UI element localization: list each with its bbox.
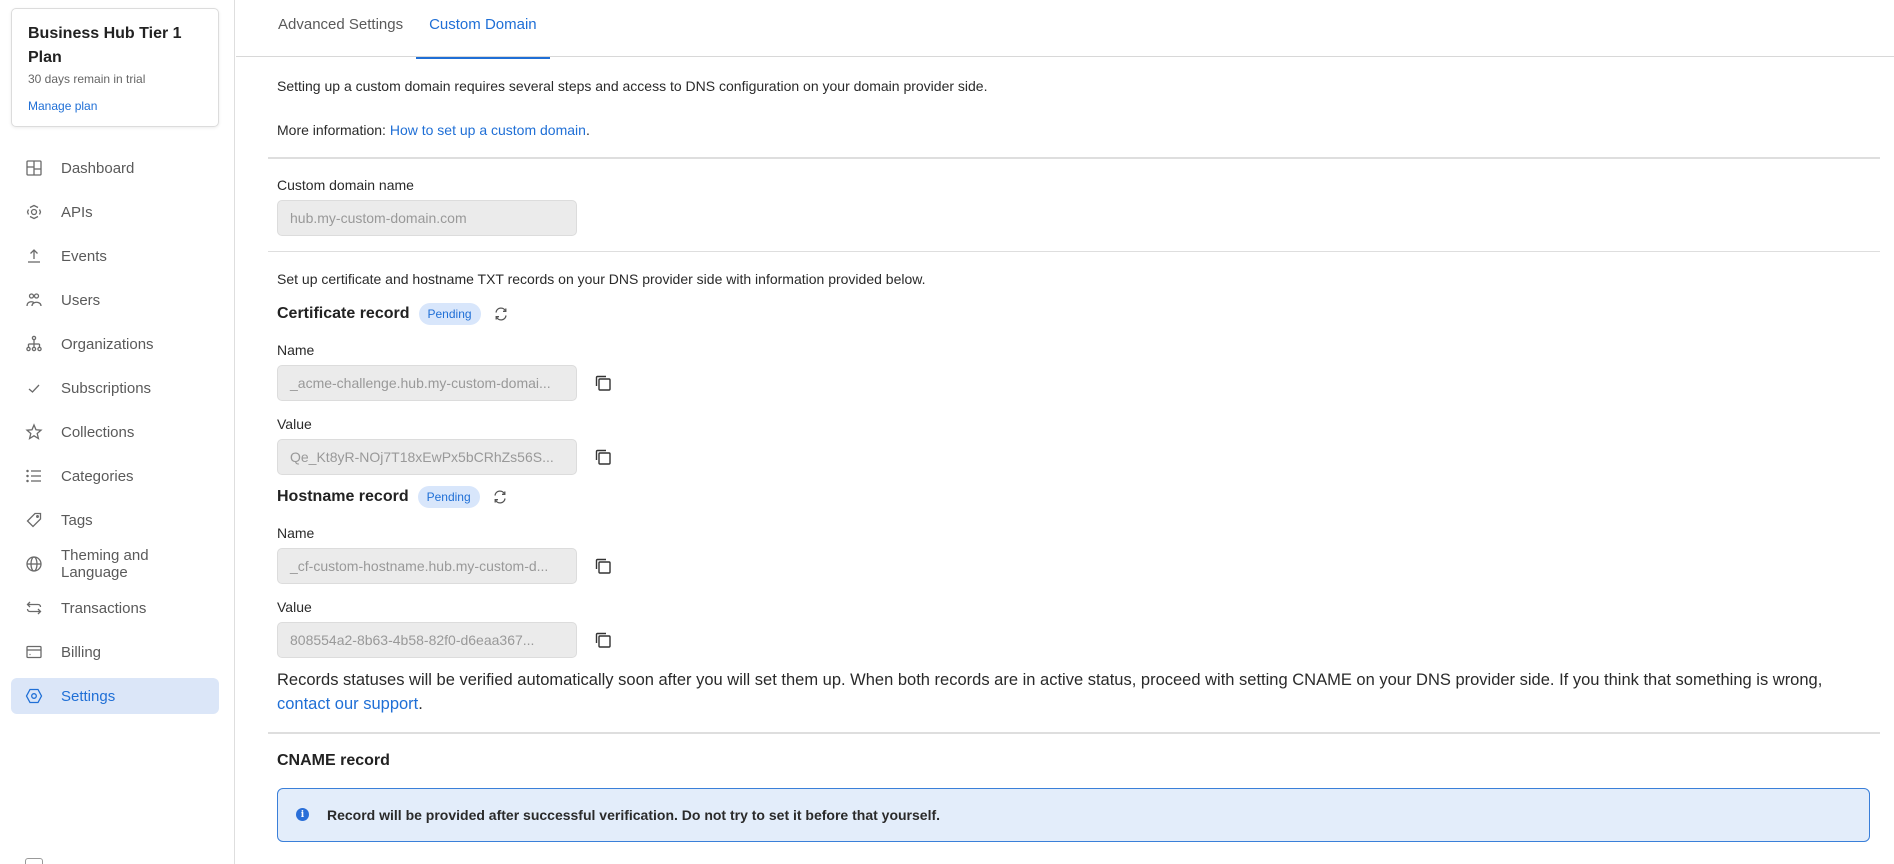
cname-record-title: CNAME record — [277, 751, 390, 769]
sidebar-item-label: Billing — [61, 643, 102, 661]
sidebar-item-billing[interactable]: Billing — [11, 634, 219, 670]
sidebar-item-label: Events — [61, 247, 107, 265]
sidebar-item-label: Theming and Language — [61, 547, 149, 581]
sidebar-item-settings[interactable]: Settings — [11, 678, 219, 714]
hostname-value-label: Value — [277, 599, 312, 615]
sidebar-item-theming-and-language[interactable]: Theming and Language — [11, 546, 219, 582]
hostname-record-title: Hostname record — [277, 488, 409, 505]
hostname-name-label: Name — [277, 525, 315, 541]
copy-icon[interactable] — [593, 447, 613, 467]
cname-info-text: Record will be provided after successful… — [327, 806, 941, 823]
refresh-icon[interactable] — [493, 306, 509, 322]
users-icon — [25, 291, 43, 309]
verification-note: Records statuses will be verified automa… — [277, 668, 1880, 732]
sidebar-item-events[interactable]: Events — [11, 238, 219, 274]
apis-icon — [25, 203, 43, 221]
more-info-prefix: More information: — [277, 122, 390, 138]
sidebar-bottom-icon[interactable] — [25, 858, 43, 864]
sidebar-item-users[interactable]: Users — [11, 282, 219, 318]
sidebar-item-categories[interactable]: Categories — [11, 458, 219, 494]
info-icon: i — [296, 808, 309, 821]
cname-info-alert: i Record will be provided after successf… — [277, 787, 1870, 842]
sidebar-item-label: Subscriptions — [61, 379, 152, 397]
star-icon — [25, 423, 43, 441]
refresh-icon[interactable] — [492, 489, 508, 505]
sidebar-item-label: Transactions — [61, 599, 147, 617]
sidebar-item-label: APIs — [61, 203, 93, 221]
certificate-status-badge: Pending — [418, 303, 481, 325]
intro-text: Setting up a custom domain requires seve… — [277, 78, 988, 94]
sidebar-item-label: Collections — [61, 423, 135, 441]
tab-bar: Advanced Settings Custom Domain — [236, 0, 1894, 59]
hostname-value-field[interactable]: 808554a2-8b63-4b58-82f0-d6eaa367... — [277, 622, 577, 658]
copy-icon[interactable] — [593, 556, 613, 576]
sidebar-item-collections[interactable]: Collections — [11, 414, 219, 450]
sidebar-item-label: Dashboard — [61, 159, 135, 177]
sidebar-item-label: Users — [61, 291, 101, 309]
more-info-suffix: . — [585, 122, 590, 138]
plan-title: Business Hub Tier 1 Plan — [28, 25, 182, 66]
sidebar-item-dashboard[interactable]: Dashboard — [11, 150, 219, 186]
certificate-value-field[interactable]: Qe_Kt8yR-NOj7T18xEwPx5bCRhZs56S... — [277, 439, 577, 475]
tab-advanced-settings[interactable]: Advanced Settings — [278, 0, 416, 57]
plan-trial-status: 30 days remain in trial — [28, 72, 146, 86]
sidebar-item-apis[interactable]: APIs — [11, 194, 219, 230]
transfer-icon — [25, 599, 43, 617]
dashboard-icon — [25, 159, 43, 177]
sidebar-item-label: Categories — [61, 467, 134, 485]
certificate-record-header: Certificate record Pending — [277, 302, 1880, 326]
credit-card-icon — [25, 643, 43, 661]
sidebar-item-label: Tags — [61, 511, 93, 529]
certificate-name-field[interactable]: _acme-challenge.hub.my-custom-domai... — [277, 365, 577, 401]
list-icon — [25, 467, 43, 485]
sidebar-nav: Dashboard APIs Events Users Organization… — [11, 150, 219, 722]
custom-domain-panel: Setting up a custom domain requires seve… — [268, 57, 1880, 842]
main-content: Advanced Settings Custom Domain Setting … — [236, 0, 1894, 864]
sidebar-item-tags[interactable]: Tags — [11, 502, 219, 538]
certificate-record-title: Certificate record — [277, 305, 410, 322]
sidebar-item-transactions[interactable]: Transactions — [11, 590, 219, 626]
custom-domain-input[interactable]: hub.my-custom-domain.com — [277, 199, 577, 236]
contact-support-link[interactable]: contact our support — [277, 695, 418, 713]
records-intro: Set up certificate and hostname TXT reco… — [277, 271, 926, 287]
settings-icon — [25, 687, 43, 705]
certificate-name-label: Name — [277, 342, 315, 358]
hostname-status-badge: Pending — [417, 486, 480, 508]
sidebar-item-label: Settings — [61, 687, 116, 705]
hostname-name-field[interactable]: _cf-custom-hostname.hub.my-custom-d... — [277, 548, 577, 584]
certificate-value-label: Value — [277, 416, 312, 432]
verification-note-suffix: . — [418, 695, 423, 713]
globe-icon — [25, 555, 43, 573]
sidebar-item-subscriptions[interactable]: Subscriptions — [11, 370, 219, 406]
sidebar-item-organizations[interactable]: Organizations — [11, 326, 219, 362]
tag-icon — [25, 511, 43, 529]
hierarchy-icon — [25, 335, 43, 353]
sidebar-item-label: Organizations — [61, 335, 154, 353]
plan-card: Business Hub Tier 1 Plan 30 days remain … — [11, 8, 219, 127]
sidebar: Business Hub Tier 1 Plan 30 days remain … — [0, 0, 235, 864]
check-icon — [25, 379, 43, 397]
verification-note-text: Records statuses will be verified automa… — [277, 671, 1823, 689]
manage-plan-link[interactable]: Manage plan — [28, 99, 97, 113]
upload-icon — [25, 247, 43, 265]
custom-domain-label: Custom domain name — [277, 176, 414, 193]
copy-icon[interactable] — [593, 630, 613, 650]
custom-domain-guide-link[interactable]: How to set up a custom domain — [390, 122, 586, 138]
tab-custom-domain[interactable]: Custom Domain — [416, 0, 550, 59]
copy-icon[interactable] — [593, 373, 613, 393]
more-info: More information: How to set up a custom… — [277, 120, 1880, 140]
hostname-record-header: Hostname record Pending — [277, 485, 1880, 509]
